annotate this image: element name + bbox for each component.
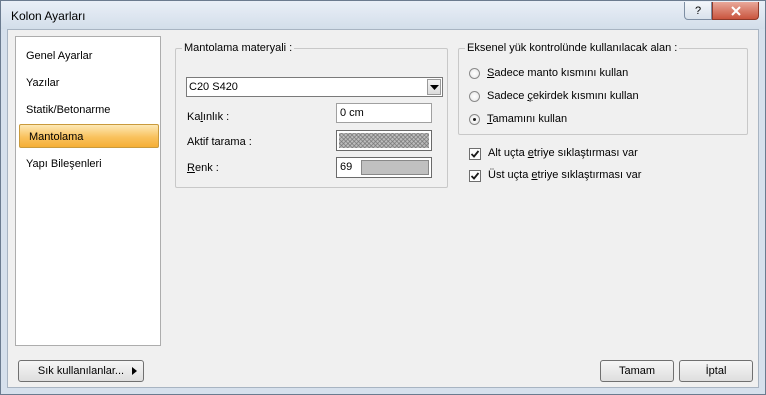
material-group-label: Mantolama materyali : bbox=[182, 42, 295, 54]
thickness-value: 0 cm bbox=[340, 107, 364, 119]
checkmark-icon bbox=[470, 172, 480, 180]
material-group: Mantolama materyali : C20 S420 Kalınlık … bbox=[175, 42, 448, 188]
hatch-label: Aktif tarama : bbox=[187, 136, 252, 148]
sidebar-item-label: Yapı Bileşenleri bbox=[26, 158, 102, 170]
thickness-label: Kalınlık : bbox=[187, 111, 230, 123]
dialog-content: Genel Ayarlar Yazılar Statik/Betonarme M… bbox=[7, 29, 759, 388]
sidebar-item-general[interactable]: Genel Ayarlar bbox=[17, 43, 161, 67]
checkmark-icon bbox=[470, 150, 480, 158]
sidebar-item-components[interactable]: Yapı Bileşenleri bbox=[17, 151, 161, 175]
axial-load-group: Eksenel yük kontrolünde kullanılacak ala… bbox=[458, 42, 748, 135]
color-number: 69 bbox=[340, 161, 353, 173]
radio-button[interactable] bbox=[469, 68, 480, 79]
settings-sidebar: Genel Ayarlar Yazılar Statik/Betonarme M… bbox=[15, 36, 161, 346]
chevron-right-icon bbox=[132, 367, 137, 375]
favorites-button-label: Sık kullanılanlar... bbox=[37, 365, 125, 377]
material-select-value: C20 S420 bbox=[189, 81, 238, 93]
ok-button[interactable]: Tamam bbox=[600, 360, 674, 382]
ok-button-label: Tamam bbox=[618, 365, 656, 377]
color-swatch bbox=[361, 160, 429, 175]
radio-label: Sadece manto kısmını kullan bbox=[487, 67, 629, 79]
sidebar-item-label: Yazılar bbox=[26, 77, 60, 89]
cancel-button-label: İptal bbox=[705, 365, 727, 377]
close-button[interactable] bbox=[712, 2, 759, 20]
help-button[interactable]: ? bbox=[684, 2, 712, 20]
window-title: Kolon Ayarları bbox=[11, 9, 86, 23]
material-select[interactable]: C20 S420 bbox=[186, 77, 443, 97]
favorites-button[interactable]: Sık kullanılanlar... bbox=[18, 360, 144, 382]
checkbox-label: Üst uçta etriye sıklaştırması var bbox=[488, 169, 642, 181]
color-picker[interactable]: 69 bbox=[336, 157, 432, 178]
axial-load-group-label: Eksenel yük kontrolünde kullanılacak ala… bbox=[465, 42, 680, 54]
sidebar-item-label: Statik/Betonarme bbox=[26, 104, 111, 116]
checkbox-label: Alt uçta etriye sıklaştırması var bbox=[488, 147, 638, 159]
checkbox[interactable] bbox=[469, 148, 481, 160]
close-icon bbox=[730, 5, 741, 16]
help-icon: ? bbox=[694, 4, 702, 17]
sidebar-item-static[interactable]: Statik/Betonarme bbox=[17, 97, 161, 121]
sidebar-item-label: Mantolama bbox=[29, 131, 84, 143]
dialog-window: Kolon Ayarları ? Genel Ayarlar Yazılar S… bbox=[0, 0, 766, 395]
sidebar-item-label: Genel Ayarlar bbox=[26, 50, 93, 62]
chevron-down-icon bbox=[430, 85, 439, 90]
thickness-input[interactable]: 0 cm bbox=[336, 103, 432, 123]
radio-button[interactable] bbox=[469, 114, 480, 125]
hatch-pattern-preview bbox=[339, 133, 429, 148]
color-label: Renk : bbox=[187, 162, 219, 174]
sidebar-item-jacketing[interactable]: Mantolama bbox=[19, 124, 159, 148]
radio-label: Sadece çekirdek kısmını kullan bbox=[487, 90, 639, 102]
title-bar[interactable]: Kolon Ayarları ? bbox=[1, 1, 765, 29]
radio-button[interactable] bbox=[469, 91, 480, 102]
radio-selected-dot bbox=[473, 118, 476, 121]
cancel-button[interactable]: İptal bbox=[679, 360, 753, 382]
checkbox[interactable] bbox=[469, 170, 481, 182]
hatch-pattern-picker[interactable] bbox=[336, 130, 432, 151]
radio-label: Tamamını kullan bbox=[487, 113, 568, 125]
sidebar-item-texts[interactable]: Yazılar bbox=[17, 70, 161, 94]
material-select-button[interactable] bbox=[427, 79, 441, 95]
